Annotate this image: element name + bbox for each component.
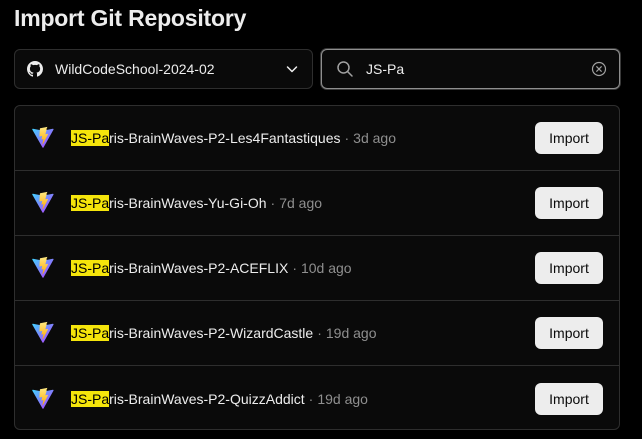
- vite-icon: [31, 191, 55, 215]
- search-match-highlight: JS-Pa: [71, 195, 110, 211]
- search-icon: [336, 60, 354, 78]
- separator-dot: ·: [308, 390, 314, 407]
- chevron-down-icon: [284, 61, 300, 77]
- repository-name-rest: ris-BrainWaves-P2-QuizzAddict: [109, 390, 305, 407]
- repository-age: 3d ago: [353, 130, 396, 146]
- search-input[interactable]: [366, 61, 591, 77]
- repository-age: 19d ago: [317, 390, 368, 407]
- repository-row: JS-Paris-BrainWaves-P2-Les4Fantastiques …: [15, 106, 619, 171]
- repo-search-field[interactable]: [321, 49, 620, 89]
- repository-list: JS-Paris-BrainWaves-P2-Les4Fantastiques …: [14, 105, 620, 430]
- clear-circle-icon[interactable]: [591, 61, 607, 77]
- search-match-highlight: JS-Pa: [71, 390, 110, 407]
- separator-dot: ·: [292, 260, 297, 276]
- repository-name[interactable]: JS-Paris-BrainWaves-P2-Les4Fantastiques: [71, 130, 340, 146]
- repository-name[interactable]: JS-Paris-BrainWaves-P2-ACEFLIX: [71, 260, 288, 276]
- github-icon: [27, 61, 43, 77]
- vite-icon: [31, 387, 55, 411]
- separator-dot: ·: [270, 195, 276, 211]
- repository-name[interactable]: JS-Paris-BrainWaves-P2-QuizzAddict: [71, 390, 305, 407]
- vite-icon: [31, 321, 55, 345]
- import-button[interactable]: Import: [535, 252, 603, 284]
- repository-row: JS-Paris-BrainWaves-P2-QuizzAddict · 19d…: [15, 366, 619, 429]
- account-scope-select[interactable]: WildCodeSchool-2024-02: [14, 49, 313, 89]
- repository-age: 7d ago: [279, 195, 323, 211]
- repository-name-rest: ris-BrainWaves-P2-Les4Fantastiques: [109, 130, 341, 146]
- page-title: Import Git Repository: [14, 5, 247, 31]
- import-button[interactable]: Import: [535, 122, 603, 154]
- separator-dot: ·: [344, 130, 350, 146]
- repository-row: JS-Paris-BrainWaves-P2-ACEFLIX · 10d ago…: [15, 236, 619, 301]
- search-match-highlight: JS-Pa: [71, 130, 110, 146]
- repository-name[interactable]: JS-Paris-BrainWaves-P2-WizardCastle: [71, 325, 313, 341]
- vite-icon: [31, 256, 55, 280]
- repository-name-rest: ris-BrainWaves-P2-WizardCastle: [109, 325, 314, 341]
- repository-row: JS-Paris-BrainWaves-Yu-Gi-Oh · 7d ago Im…: [15, 171, 619, 236]
- repository-row: JS-Paris-BrainWaves-P2-WizardCastle · 19…: [15, 301, 619, 366]
- repository-age: 19d ago: [325, 325, 377, 341]
- repository-name[interactable]: JS-Paris-BrainWaves-Yu-Gi-Oh: [71, 195, 267, 211]
- account-scope-label: WildCodeSchool-2024-02: [55, 61, 215, 77]
- import-button[interactable]: Import: [535, 187, 603, 219]
- repository-age: 10d ago: [300, 260, 352, 276]
- repository-name-rest: ris-BrainWaves-P2-ACEFLIX: [109, 260, 289, 276]
- search-match-highlight: JS-Pa: [71, 260, 110, 276]
- search-match-highlight: JS-Pa: [71, 325, 110, 341]
- import-button[interactable]: Import: [535, 382, 603, 415]
- separator-dot: ·: [317, 325, 322, 341]
- vite-icon: [31, 126, 55, 150]
- repository-name-rest: ris-BrainWaves-Yu-Gi-Oh: [109, 195, 267, 211]
- import-button[interactable]: Import: [535, 317, 603, 349]
